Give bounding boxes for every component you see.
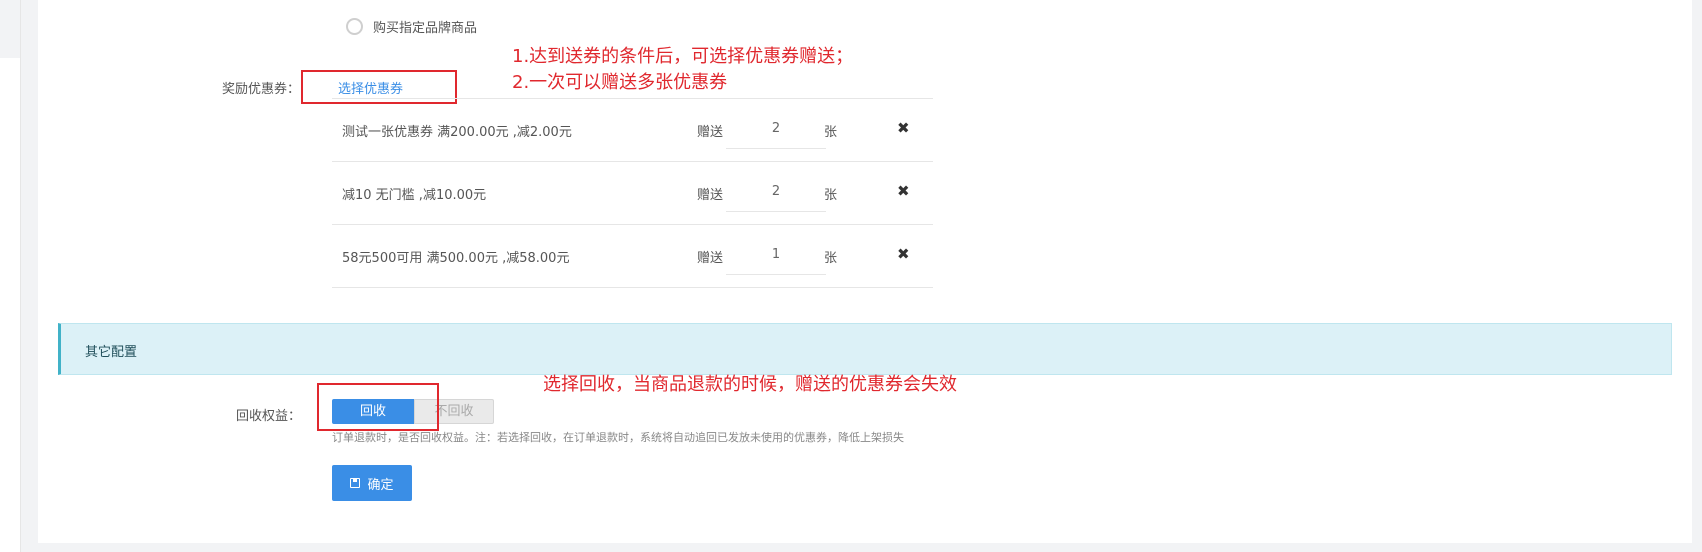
section-title: 其它配置 xyxy=(85,345,138,360)
quantity-input[interactable]: 2 xyxy=(726,173,826,212)
coupon-row: 58元500可用 满500.00元 ,减58.00元 赠送 1 张 ✖ xyxy=(332,225,933,288)
close-icon[interactable]: ✖ xyxy=(897,119,910,137)
unit-label: 张 xyxy=(824,251,838,266)
annotation-note-2: 2.一次可以赠送多张优惠券 xyxy=(512,72,728,93)
annotation-note-1: 1.达到送券的条件后，可选择优惠券赠送； xyxy=(512,46,854,67)
reclaim-help-text: 订单退款时，是否回收权益。注：若选择回收，在订单退款时，系统将自动追回已发放未使… xyxy=(332,431,904,444)
close-icon[interactable]: ✖ xyxy=(897,182,910,200)
annotation-note-3: 选择回收，当商品退款的时候，赠送的优惠券会失效 xyxy=(543,374,957,395)
confirm-label: 确定 xyxy=(367,477,394,493)
brand-option-row[interactable]: 购买指定品牌商品 xyxy=(346,17,477,36)
unit-label: 张 xyxy=(824,188,838,203)
annotation-box-reclaim xyxy=(317,383,439,431)
sidebar-notch xyxy=(0,0,20,58)
coupon-row: 减10 无门槛 ,减10.00元 赠送 2 张 ✖ xyxy=(332,162,933,225)
quantity-input[interactable]: 1 xyxy=(726,236,826,275)
brand-option-label: 购买指定品牌商品 xyxy=(373,21,478,36)
close-icon[interactable]: ✖ xyxy=(897,245,910,263)
give-label: 赠送 xyxy=(697,251,724,266)
coupon-row: 测试一张优惠券 满200.00元 ,减2.00元 赠送 2 张 ✖ xyxy=(332,99,933,162)
coupon-list: 测试一张优惠券 满200.00元 ,减2.00元 赠送 2 张 ✖ 减10 无门… xyxy=(332,98,933,288)
reward-coupon-label: 奖励优惠券： xyxy=(221,82,300,97)
other-config-section: 其它配置 xyxy=(58,323,1672,375)
quantity-input[interactable]: 2 xyxy=(726,110,826,149)
left-sidebar-strip xyxy=(0,0,21,552)
save-icon xyxy=(350,478,361,488)
coupon-name: 减10 无门槛 ,减10.00元 xyxy=(342,188,487,203)
reclaim-label: 回收权益： xyxy=(235,409,301,424)
coupon-name: 测试一张优惠券 满200.00元 ,减2.00元 xyxy=(342,125,572,140)
confirm-button[interactable]: 确定 xyxy=(332,465,412,501)
radio-button[interactable] xyxy=(346,18,363,35)
give-label: 赠送 xyxy=(697,125,724,140)
coupon-name: 58元500可用 满500.00元 ,减58.00元 xyxy=(342,251,570,266)
unit-label: 张 xyxy=(824,125,838,140)
give-label: 赠送 xyxy=(697,188,724,203)
